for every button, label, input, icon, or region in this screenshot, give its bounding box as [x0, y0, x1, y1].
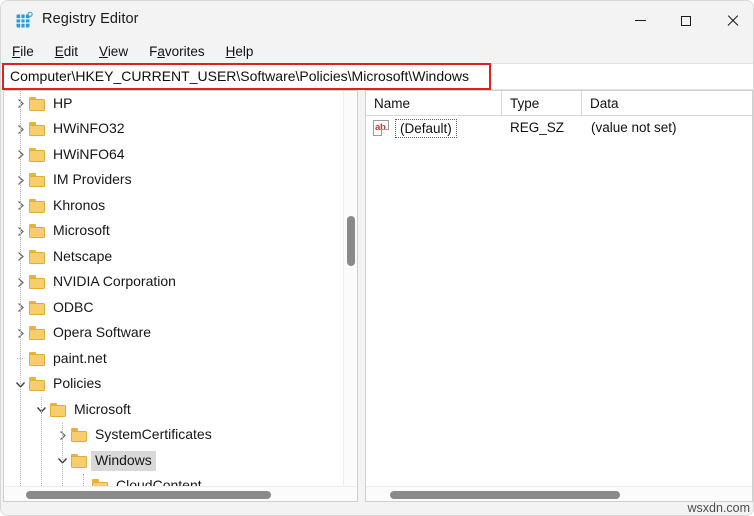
folder-icon [29, 148, 46, 162]
chevron-right-icon[interactable] [12, 172, 29, 189]
folder-icon [71, 428, 88, 442]
chevron-down-icon[interactable] [54, 452, 71, 469]
folder-icon [29, 97, 46, 111]
chevron-right-icon[interactable] [54, 427, 71, 444]
chevron-right-icon[interactable] [12, 197, 29, 214]
tree-item-label: IM Providers [49, 170, 136, 190]
folder-icon [71, 454, 88, 468]
menu-file[interactable]: File [12, 42, 45, 61]
registry-tree-pane: HP HWiNFO32 HWiNFO64 IM Providers Khronos Mic… [3, 90, 358, 502]
minimize-icon [635, 20, 646, 21]
chevron-right-icon[interactable] [12, 121, 29, 138]
chevron-right-icon[interactable] [12, 299, 29, 316]
tree-hscroll-thumb[interactable] [26, 491, 271, 499]
folder-icon [29, 377, 46, 391]
column-header-data[interactable]: Data [582, 91, 752, 116]
title-bar: Registry Editor [1, 1, 754, 40]
tree-horizontal-scrollbar[interactable] [4, 486, 358, 501]
chevron-right-icon[interactable] [12, 248, 29, 265]
folder-icon [29, 275, 46, 289]
tree-leaf-connector [12, 350, 29, 367]
value-type: REG_SZ [510, 120, 564, 135]
maximize-button[interactable] [663, 1, 709, 40]
tree-item-label: Microsoft [70, 400, 135, 420]
tree-item-systemcertificates[interactable]: SystemCertificates [4, 423, 344, 449]
values-hscroll-thumb[interactable] [390, 491, 620, 499]
chevron-down-icon[interactable] [12, 376, 29, 393]
registry-icon [15, 11, 34, 30]
folder-icon [29, 326, 46, 340]
tree-item-label: HP [49, 94, 76, 114]
values-pane: Name Type Data ab (Default) REG_SZ (valu… [365, 90, 753, 502]
maximize-icon [681, 16, 691, 26]
tree-item-hp[interactable]: HP [4, 91, 344, 117]
column-header-name[interactable]: Name [366, 91, 502, 116]
column-header-type[interactable]: Type [502, 91, 582, 116]
tree-item-label: paint.net [49, 349, 111, 369]
menu-favorites[interactable]: Favorites [149, 42, 216, 61]
menu-help[interactable]: Help [226, 42, 265, 61]
menu-view[interactable]: View [99, 42, 139, 61]
folder-icon [29, 173, 46, 187]
close-button[interactable] [709, 1, 754, 40]
registry-tree[interactable]: HP HWiNFO32 HWiNFO64 IM Providers Khronos Mic… [4, 91, 344, 488]
folder-icon [29, 224, 46, 238]
tree-item-windows[interactable]: Windows [4, 448, 344, 474]
values-column-header: Name Type Data [366, 91, 752, 116]
tree-item-label: NVIDIA Corporation [49, 272, 180, 292]
chevron-right-icon[interactable] [12, 223, 29, 240]
watermark: wsxdn.com [687, 501, 750, 515]
tree-vscroll-thumb[interactable] [347, 216, 355, 266]
minimize-button[interactable] [617, 1, 663, 40]
tree-item-label: Policies [49, 374, 105, 394]
folder-icon [29, 199, 46, 213]
tree-item-policies[interactable]: Policies [4, 372, 344, 398]
tree-item-hwinfo32[interactable]: HWiNFO32 [4, 117, 344, 143]
tree-item-label: Khronos [49, 196, 109, 216]
tree-item-label: Netscape [49, 247, 116, 267]
tree-item-paint-net[interactable]: paint.net [4, 346, 344, 372]
content-area: HP HWiNFO32 HWiNFO64 IM Providers Khronos Mic… [1, 90, 754, 516]
address-path: Computer\HKEY_CURRENT_USER\Software\Poli… [10, 68, 469, 84]
tree-item-microsoft[interactable]: Microsoft [4, 219, 344, 245]
tree-item-opera-software[interactable]: Opera Software [4, 321, 344, 347]
address-bar[interactable]: Computer\HKEY_CURRENT_USER\Software\Poli… [1, 63, 754, 90]
tree-item-label: Microsoft [49, 221, 114, 241]
menu-edit[interactable]: Edit [55, 42, 89, 61]
table-row[interactable]: ab (Default) REG_SZ (value not set) [366, 116, 752, 140]
tree-item-khronos[interactable]: Khronos [4, 193, 344, 219]
chevron-right-icon[interactable] [12, 146, 29, 163]
tree-item-label: Opera Software [49, 323, 155, 343]
tree-item-label: HWiNFO64 [49, 145, 129, 165]
tree-item-netscape[interactable]: Netscape [4, 244, 344, 270]
tree-item-microsoft[interactable]: Microsoft [4, 397, 344, 423]
value-name: (Default) [395, 119, 457, 138]
chevron-down-icon[interactable] [33, 401, 50, 418]
chevron-right-icon[interactable] [12, 95, 29, 112]
registry-editor-window: Registry Editor File Edit View Favorites… [0, 0, 754, 516]
folder-icon [29, 122, 46, 136]
tree-item-label: HWiNFO32 [49, 119, 129, 139]
tree-item-label: Windows [91, 451, 156, 471]
value-data: (value not set) [591, 120, 677, 135]
folder-icon [29, 250, 46, 264]
folder-icon [29, 301, 46, 315]
values-horizontal-scrollbar[interactable] [366, 486, 752, 501]
tree-item-label: ODBC [49, 298, 97, 318]
chevron-right-icon[interactable] [12, 274, 29, 291]
window-controls [617, 1, 754, 40]
tree-item-odbc[interactable]: ODBC [4, 295, 344, 321]
folder-icon [29, 352, 46, 366]
tree-item-im-providers[interactable]: IM Providers [4, 168, 344, 194]
close-icon [726, 14, 739, 27]
chevron-right-icon[interactable] [12, 325, 29, 342]
folder-icon [50, 403, 67, 417]
menu-bar: File Edit View Favorites Help [1, 40, 754, 63]
tree-item-nvidia-corporation[interactable]: NVIDIA Corporation [4, 270, 344, 296]
tree-item-label: SystemCertificates [91, 425, 216, 445]
string-value-icon: ab [373, 120, 389, 136]
tree-item-hwinfo64[interactable]: HWiNFO64 [4, 142, 344, 168]
tree-vertical-scrollbar[interactable] [343, 91, 357, 488]
window-title: Registry Editor [42, 11, 139, 27]
